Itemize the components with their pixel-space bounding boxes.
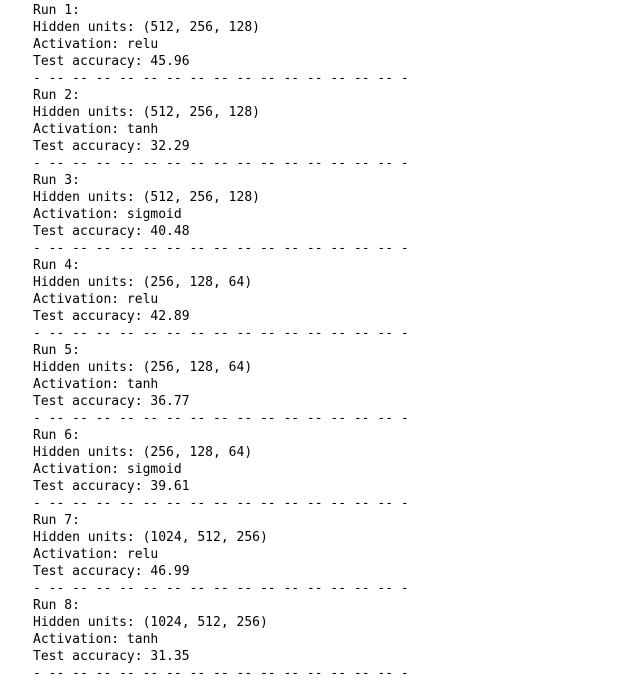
separator-line: - -- -- -- -- -- -- -- -- -- -- -- -- --… — [33, 241, 409, 256]
run-block-3: Run 3: Hidden units: (512, 256, 128) Act… — [33, 172, 613, 257]
run-header: Run 8: — [33, 598, 80, 613]
test-accuracy-line: Test accuracy: 31.35 — [33, 649, 190, 664]
activation-line: Activation: relu — [33, 547, 159, 562]
activation-line: Activation: tanh — [33, 122, 159, 137]
run-block-5: Run 5: Hidden units: (256, 128, 64) Acti… — [33, 342, 613, 427]
test-accuracy-line: Test accuracy: 46.99 — [33, 564, 190, 579]
activation-line: Activation: sigmoid — [33, 462, 182, 477]
test-accuracy-line: Test accuracy: 40.48 — [33, 224, 190, 239]
activation-line: Activation: relu — [33, 37, 159, 52]
run-block-1: Run 1: Hidden units: (512, 256, 128) Act… — [33, 2, 613, 87]
activation-line: Activation: tanh — [33, 632, 159, 647]
test-accuracy-line: Test accuracy: 36.77 — [33, 394, 190, 409]
separator-line: - -- -- -- -- -- -- -- -- -- -- -- -- --… — [33, 156, 409, 171]
hidden-units-line: Hidden units: (256, 128, 64) — [33, 275, 253, 290]
hidden-units-line: Hidden units: (256, 128, 64) — [33, 360, 253, 375]
hidden-units-line: Hidden units: (1024, 512, 256) — [33, 530, 268, 545]
run-header: Run 4: — [33, 258, 80, 273]
activation-line: Activation: tanh — [33, 377, 159, 392]
run-header: Run 3: — [33, 173, 80, 188]
activation-line: Activation: relu — [33, 292, 159, 307]
separator-line: - -- -- -- -- -- -- -- -- -- -- -- -- --… — [33, 71, 409, 86]
hidden-units-line: Hidden units: (1024, 512, 256) — [33, 615, 268, 630]
activation-line: Activation: sigmoid — [33, 207, 182, 222]
hidden-units-line: Hidden units: (512, 256, 128) — [33, 20, 260, 35]
separator-line: - -- -- -- -- -- -- -- -- -- -- -- -- --… — [33, 666, 409, 681]
hidden-units-line: Hidden units: (256, 128, 64) — [33, 445, 253, 460]
console-output: Run 1: Hidden units: (512, 256, 128) Act… — [33, 2, 613, 682]
separator-line: - -- -- -- -- -- -- -- -- -- -- -- -- --… — [33, 411, 409, 426]
run-header: Run 5: — [33, 343, 80, 358]
run-block-2: Run 2: Hidden units: (512, 256, 128) Act… — [33, 87, 613, 172]
run-block-8: Run 8: Hidden units: (1024, 512, 256) Ac… — [33, 597, 613, 682]
run-header: Run 6: — [33, 428, 80, 443]
separator-line: - -- -- -- -- -- -- -- -- -- -- -- -- --… — [33, 496, 409, 511]
test-accuracy-line: Test accuracy: 42.89 — [33, 309, 190, 324]
run-header: Run 7: — [33, 513, 80, 528]
run-block-7: Run 7: Hidden units: (1024, 512, 256) Ac… — [33, 512, 613, 597]
separator-line: - -- -- -- -- -- -- -- -- -- -- -- -- --… — [33, 581, 409, 596]
run-header: Run 2: — [33, 88, 80, 103]
run-block-6: Run 6: Hidden units: (256, 128, 64) Acti… — [33, 427, 613, 512]
hidden-units-line: Hidden units: (512, 256, 128) — [33, 190, 260, 205]
hidden-units-line: Hidden units: (512, 256, 128) — [33, 105, 260, 120]
test-accuracy-line: Test accuracy: 32.29 — [33, 139, 190, 154]
test-accuracy-line: Test accuracy: 45.96 — [33, 54, 190, 69]
run-header: Run 1: — [33, 3, 80, 18]
run-block-4: Run 4: Hidden units: (256, 128, 64) Acti… — [33, 257, 613, 342]
test-accuracy-line: Test accuracy: 39.61 — [33, 479, 190, 494]
separator-line: - -- -- -- -- -- -- -- -- -- -- -- -- --… — [33, 326, 409, 341]
